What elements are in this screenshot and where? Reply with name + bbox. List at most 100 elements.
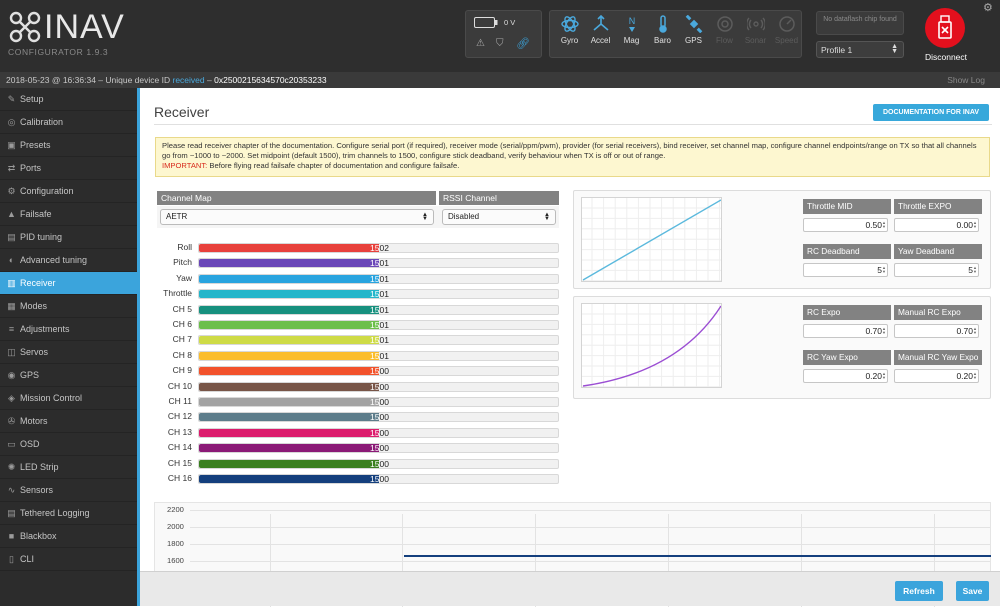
sidebar-item-advanced-tuning[interactable]: ◐ Advanced tuning (0, 249, 137, 272)
rssi-channel-select[interactable]: Disabled ▲ ▼ (442, 209, 556, 225)
advanced-tuning-icon: ◐ (8, 255, 15, 265)
gyro-icon (554, 15, 585, 33)
channel-bar-fill (199, 305, 379, 314)
select-arrows-icon: ▲ ▼ (422, 212, 428, 222)
servos-icon: ◫ (7, 347, 16, 357)
sidebar-item-cli[interactable]: ▯ CLI (0, 548, 137, 571)
channel-bar-fill (199, 413, 379, 422)
spinner-icon[interactable]: ▲ ▼ (973, 327, 977, 335)
channel-bar-fill (199, 459, 379, 468)
channel-value: 1500 (370, 474, 389, 484)
plot-y-tick: 2200 (167, 505, 184, 514)
sensor-label: Accel (590, 36, 611, 45)
throttle-expo-input[interactable]: 0.00 ▲ ▼ (894, 218, 979, 232)
channel-label: Roll (177, 242, 192, 252)
manual-rc-yaw-expo-value: 0.20 (956, 371, 973, 381)
throttle-mid-input[interactable]: 0.50 ▲ ▼ (803, 218, 888, 232)
sidebar-item-servos[interactable]: ◫ Servos (0, 341, 137, 364)
spinner-icon[interactable]: ▲ ▼ (973, 266, 977, 274)
speed-icon (771, 15, 802, 33)
channel-label: CH 15 (167, 457, 192, 468)
channel-bar-fill (199, 321, 379, 329)
settings-gear-icon[interactable]: ⚙ (983, 1, 993, 14)
sidebar-item-motors[interactable]: ✇ Motors (0, 410, 137, 433)
plot-y-tick: 1600 (167, 556, 184, 565)
spinner-icon[interactable]: ▲ ▼ (882, 266, 886, 274)
sidebar-item-configuration[interactable]: ⚙ Configuration (0, 180, 137, 203)
refresh-button[interactable]: Refresh (895, 581, 943, 601)
documentation-button[interactable]: DOCUMENTATION FOR INAV (873, 104, 989, 121)
sensor-status-panel: Gyro Accel N Mag Baro GPS Flow Sonar Speed (549, 10, 802, 58)
disconnect-label[interactable]: Disconnect (918, 52, 974, 62)
battery-icon (474, 17, 498, 28)
sidebar-item-led-strip[interactable]: ✺ LED Strip (0, 456, 137, 479)
baro-icon (647, 15, 678, 33)
top-header: INAV CONFIGURATOR 1.9.3 0 V ⚠ ⛉ 🔗︎ Gyro A… (0, 0, 1000, 72)
accel-icon (585, 15, 616, 33)
channel-bar-track: 1500 (198, 412, 559, 423)
profile-select[interactable]: Profile 1 ▲ ▼ (816, 41, 904, 58)
selects-row: AETR ▲ ▼ Disabled ▲ ▼ (157, 206, 559, 228)
yaw-deadband-input[interactable]: 5 ▲ ▼ (894, 263, 979, 277)
yaw-deadband-label: Yaw Deadband (894, 244, 982, 259)
sidebar-item-gps[interactable]: ◉ GPS (0, 364, 137, 387)
spinner-icon[interactable]: ▲ ▼ (882, 372, 886, 380)
spinner-icon[interactable]: ▲ ▼ (882, 221, 886, 229)
title-divider (154, 124, 992, 125)
sidebar-item-tethered-logging[interactable]: ▤ Tethered Logging (0, 502, 137, 525)
sidebar-item-ports[interactable]: ⇄ Ports (0, 157, 137, 180)
usb-icon (938, 15, 952, 39)
sensor-label: GPS (685, 36, 702, 45)
channel-label: CH 9 (172, 365, 192, 376)
sidebar-item-label: Servos (20, 347, 49, 357)
sidebar-item-presets[interactable]: ▣ Presets (0, 134, 137, 157)
spinner-icon[interactable]: ▲ ▼ (973, 221, 977, 229)
failsafe-icon: ▲ (7, 209, 16, 219)
sidebar-item-failsafe[interactable]: ▲ Failsafe (0, 203, 137, 226)
app-version: CONFIGURATOR 1.9.3 (8, 47, 109, 57)
osd-icon: ▭ (7, 439, 16, 449)
channel-bar-fill (199, 290, 379, 299)
manual-rc-yaw-expo-input[interactable]: 0.20 ▲ ▼ (894, 369, 979, 383)
channel-value: 1500 (370, 366, 389, 377)
spinner-icon[interactable]: ▲ ▼ (882, 327, 886, 335)
rc-yaw-expo-label: RC Yaw Expo (803, 350, 891, 365)
disconnect-button[interactable] (925, 8, 965, 48)
channel-bar-track: 1500 (198, 443, 559, 454)
manual-rc-expo-input[interactable]: 0.70 ▲ ▼ (894, 324, 979, 338)
channel-bar-track: 1500 (198, 474, 559, 484)
sidebar-item-mission-control[interactable]: ◈ Mission Control (0, 387, 137, 410)
flow-icon (709, 15, 740, 33)
sidebar-item-receiver[interactable]: ▥ Receiver (0, 272, 137, 295)
channel-value: 1501 (370, 304, 389, 315)
sidebar-item-sensors[interactable]: ∿ Sensors (0, 479, 137, 502)
profile-value: Profile 1 (821, 45, 853, 55)
rc-expo-panel: RC Expo Manual RC Expo 0.70 ▲ ▼ 0.70 ▲ ▼ RC … (573, 296, 991, 399)
channel-label: CH 10 (167, 380, 192, 391)
rc-expo-input[interactable]: 0.70 ▲ ▼ (803, 324, 888, 338)
throttle-expo-value: 0.00 (956, 220, 973, 230)
channel-bar-track: 1502 (198, 243, 559, 253)
sensor-sonar: Sonar (740, 13, 771, 57)
channel-value: 1501 (370, 258, 389, 269)
save-button[interactable]: Save (956, 581, 989, 601)
battery-panel: 0 V ⚠ ⛉ 🔗︎ (465, 10, 542, 58)
rc-expo-svg (582, 304, 722, 388)
sidebar-item-pid-tuning[interactable]: ▤ PID tuning (0, 226, 137, 249)
sidebar-item-modes[interactable]: ▦ Modes (0, 295, 137, 318)
spinner-icon[interactable]: ▲ ▼ (973, 372, 977, 380)
note-text: Please read receiver chapter of the docu… (162, 141, 977, 160)
sidebar-item-calibration[interactable]: ◎ Calibration (0, 111, 137, 134)
main-content: Receiver DOCUMENTATION FOR INAV Please r… (137, 88, 1000, 607)
sidebar-item-osd[interactable]: ▭ OSD (0, 433, 137, 456)
failsafe-status-icon: ⛉ (496, 38, 504, 49)
show-log-link[interactable]: Show Log (947, 72, 985, 88)
rc-deadband-input[interactable]: 5 ▲ ▼ (803, 263, 888, 277)
channel-map-select[interactable]: AETR ▲ ▼ (160, 209, 434, 225)
sidebar-item-adjustments[interactable]: ≡ Adjustments (0, 318, 137, 341)
rc-expo-label: RC Expo (803, 305, 891, 320)
sidebar-item-setup[interactable]: ✎ Setup (0, 88, 137, 111)
sensor-accel: Accel (585, 13, 616, 57)
sidebar-item-blackbox[interactable]: ■ Blackbox (0, 525, 137, 548)
rc-yaw-expo-input[interactable]: 0.20 ▲ ▼ (803, 369, 888, 383)
